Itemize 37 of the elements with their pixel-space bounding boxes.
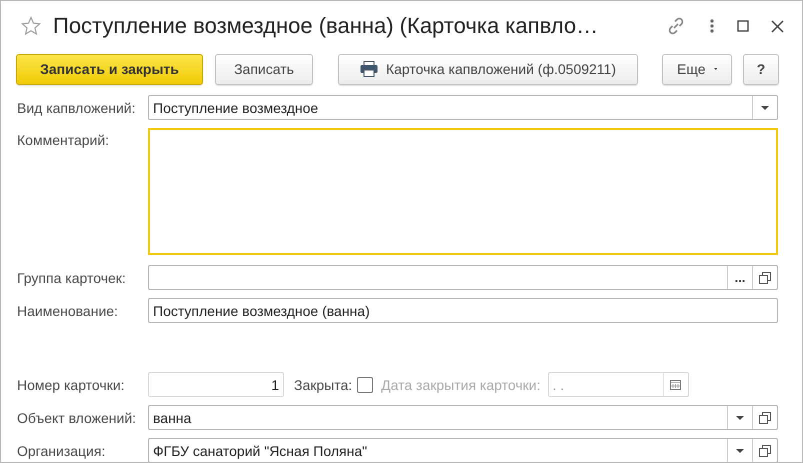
- field-label: Организация:: [17, 442, 106, 458]
- field-label: Объект вложений:: [17, 410, 138, 426]
- input-field[interactable]: ...: [148, 265, 778, 290]
- input-field[interactable]: Поступление возмездное: [148, 95, 778, 120]
- field-label: Номер карточки:: [17, 376, 126, 392]
- star-icon[interactable]: [21, 16, 41, 36]
- field-label: Группа карточек:: [17, 270, 127, 286]
- maximize-icon[interactable]: [737, 20, 749, 32]
- dropdown-icon[interactable]: [736, 448, 744, 452]
- more-button[interactable]: Еще: [662, 54, 732, 84]
- dropdown-icon[interactable]: [736, 416, 744, 420]
- calendar-icon[interactable]: [670, 379, 681, 390]
- printer-icon: [360, 61, 378, 77]
- field-label: Дата закрытия карточки:: [381, 376, 540, 392]
- print-button[interactable]: Карточка капвложений (ф.0509211): [338, 54, 638, 84]
- close-icon[interactable]: [771, 20, 784, 32]
- input-field[interactable]: ФГБУ санаторий "Ясная Поляна": [148, 438, 778, 462]
- dropdown-icon[interactable]: [761, 106, 769, 110]
- more-icon[interactable]: [709, 18, 715, 34]
- field-label: Наименование:: [17, 302, 119, 318]
- open-icon[interactable]: [759, 412, 771, 424]
- save-button[interactable]: Записать: [215, 54, 313, 84]
- save-and-close-button[interactable]: Записать и закрыть: [16, 54, 203, 84]
- open-icon[interactable]: [759, 444, 771, 456]
- card-number-field[interactable]: 1: [148, 372, 284, 397]
- input-field[interactable]: ванна: [148, 405, 778, 430]
- closed-checkbox[interactable]: [357, 376, 374, 392]
- field-label: Комментарий:: [17, 131, 110, 148]
- input-field[interactable]: Поступление возмездное (ванна): [148, 298, 778, 323]
- window-title: Поступление возмездное (ванна) (Карточка капвло…: [53, 13, 600, 39]
- caret-icon: [714, 67, 717, 71]
- field-label: Вид капвложений:: [17, 100, 137, 116]
- comment-field[interactable]: [148, 128, 778, 255]
- help-button[interactable]: ?: [743, 54, 779, 84]
- choice-button[interactable]: ...: [727, 266, 752, 289]
- open-icon[interactable]: [759, 272, 771, 284]
- field-label: Закрыта:: [294, 376, 352, 392]
